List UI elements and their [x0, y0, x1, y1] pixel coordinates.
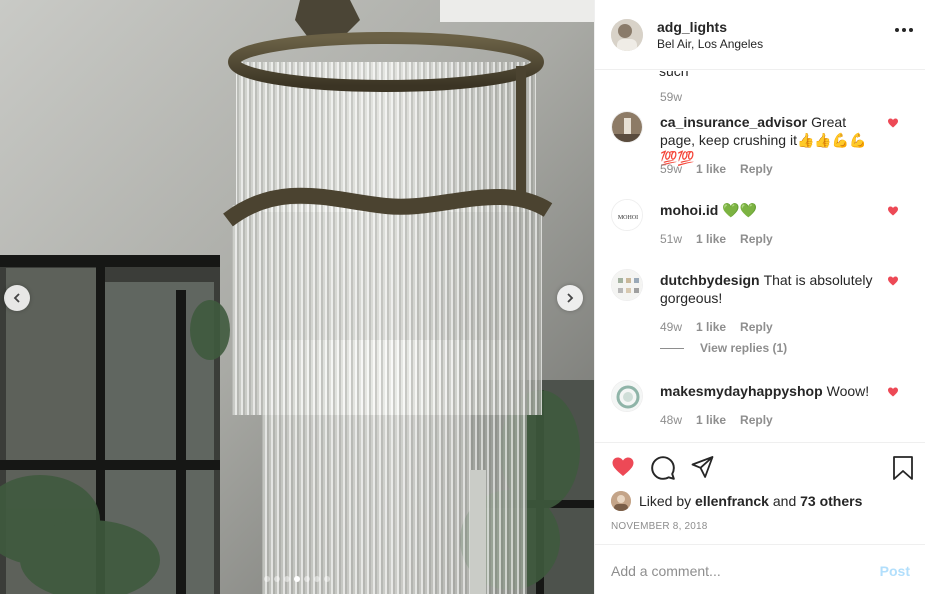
avatar[interactable]: [611, 18, 643, 51]
truncated-comment-text: such: [659, 71, 689, 79]
liked-by-row: Liked by ellenfranck and 73 others: [611, 491, 862, 511]
comment-likes-link[interactable]: 1 like: [696, 320, 726, 334]
chevron-left-icon: [13, 293, 20, 303]
carousel-dot: [284, 576, 290, 582]
truncated-comment-meta: 59w: [660, 90, 683, 104]
commenter-avatar[interactable]: MOHOI: [611, 199, 643, 231]
comment-username[interactable]: makesmydayhappyshop: [660, 383, 823, 399]
comments-list[interactable]: such 59w ca_insurance_advisor Great page,…: [595, 71, 925, 442]
comment-item: MOHOI mohoi.id 💚💚 51w 1 like Reply: [611, 199, 911, 259]
comment-meta: 51w 1 like Reply: [660, 232, 773, 246]
more-icon[interactable]: [895, 28, 913, 32]
post-username[interactable]: adg_lights: [657, 20, 763, 34]
carousel-dot: [274, 576, 280, 582]
comment-likes-link[interactable]: 1 like: [696, 162, 726, 176]
comment-username[interactable]: dutchbydesign: [660, 272, 760, 288]
liker-avatar[interactable]: [611, 491, 631, 511]
post-date[interactable]: NOVEMBER 8, 2018: [611, 521, 708, 532]
liked-by-others-link[interactable]: 73 others: [800, 493, 862, 509]
comment-text: mohoi.id 💚💚: [660, 202, 758, 218]
liked-by-and: and: [772, 493, 797, 509]
commenter-avatar[interactable]: [611, 111, 643, 143]
bookmark-icon[interactable]: [892, 455, 914, 481]
liked-by-user-link[interactable]: ellenfranck: [695, 493, 769, 509]
comment-item: dutchbydesign That is absolutely gorgeous…: [611, 269, 911, 359]
action-bar: [610, 455, 914, 481]
post-header: adg_lights Bel Air, Los Angeles: [595, 0, 925, 70]
comment-meta: 48w 1 like Reply: [660, 413, 773, 427]
comment-item: makesmydayhappyshop Woow! 48w 1 like Repl…: [611, 380, 911, 440]
carousel-dot: [294, 576, 300, 582]
carousel-next-button[interactable]: [557, 285, 583, 311]
reply-button[interactable]: Reply: [740, 413, 773, 427]
carousel-dot: [304, 576, 310, 582]
comment-like-heart-icon[interactable]: [887, 117, 899, 129]
view-replies-button[interactable]: View replies (1): [660, 341, 787, 355]
comment-meta: 49w 1 like Reply: [660, 320, 773, 334]
reply-button[interactable]: Reply: [740, 162, 773, 176]
reply-button[interactable]: Reply: [740, 232, 773, 246]
add-comment-input[interactable]: [611, 562, 880, 579]
comment-text: makesmydayhappyshop Woow!: [660, 383, 870, 399]
post-photo[interactable]: [0, 0, 594, 594]
carousel-prev-button[interactable]: [4, 285, 30, 311]
share-icon[interactable]: [690, 455, 715, 479]
post-actions-section: Liked by ellenfranck and 73 others NOVEM…: [595, 442, 925, 594]
comment-like-heart-icon[interactable]: [887, 205, 899, 217]
liked-by-prefix: Liked by: [639, 493, 692, 509]
chevron-right-icon: [567, 293, 574, 303]
chandelier-image: [0, 0, 594, 594]
svg-text:MOHOI: MOHOI: [618, 215, 638, 221]
carousel-indicator: [0, 576, 594, 582]
post-comment-button[interactable]: Post: [880, 563, 910, 579]
post-location[interactable]: Bel Air, Los Angeles: [657, 38, 763, 50]
carousel-dot: [324, 576, 330, 582]
comment-likes-link[interactable]: 1 like: [696, 413, 726, 427]
comment-text: ca_insurance_advisor Great page, keep cru…: [660, 114, 867, 166]
comment-icon[interactable]: [650, 455, 676, 481]
comment-username[interactable]: mohoi.id: [660, 202, 718, 218]
commenter-avatar[interactable]: [611, 380, 643, 412]
replies-divider: [660, 347, 684, 349]
carousel-dot: [314, 576, 320, 582]
comment-text: dutchbydesign That is absolutely gorgeous…: [660, 272, 873, 306]
comment-username[interactable]: ca_insurance_advisor: [660, 114, 807, 130]
comment-meta: 59w 1 like Reply: [660, 162, 773, 176]
comment-likes-link[interactable]: 1 like: [696, 232, 726, 246]
heart-icon[interactable]: [610, 455, 636, 479]
comment-item: ca_insurance_advisor Great page, keep cru…: [611, 111, 911, 181]
add-comment-bar: Post: [595, 544, 925, 594]
comment-like-heart-icon[interactable]: [887, 275, 899, 287]
carousel-dot: [264, 576, 270, 582]
comment-like-heart-icon[interactable]: [887, 386, 899, 398]
reply-button[interactable]: Reply: [740, 320, 773, 334]
commenter-avatar[interactable]: [611, 269, 643, 301]
post-details-panel: adg_lights Bel Air, Los Angeles such 59w…: [594, 0, 925, 594]
